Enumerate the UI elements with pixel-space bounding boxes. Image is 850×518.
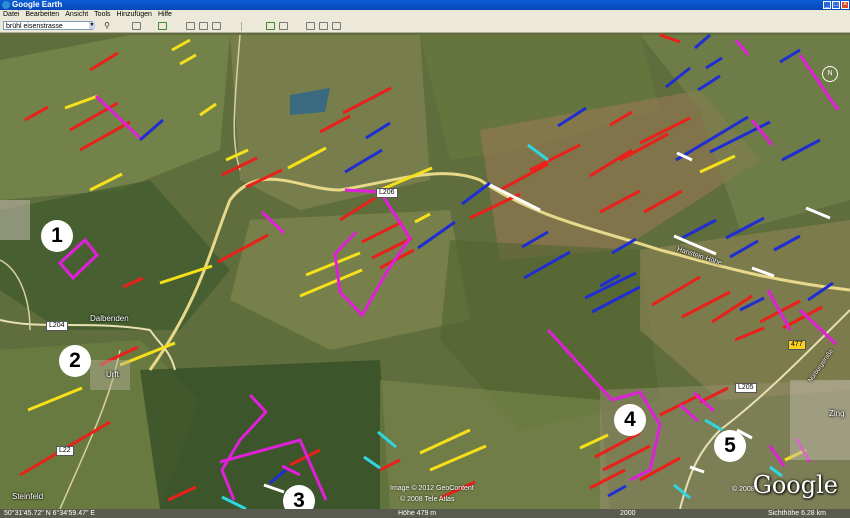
sky-icon[interactable] [279, 22, 288, 30]
email-icon[interactable] [306, 22, 315, 30]
placemark-icon[interactable] [158, 22, 167, 30]
menu-datei[interactable]: Datei [3, 10, 19, 20]
place-label-zing: Zing [829, 409, 845, 418]
compass-icon[interactable]: N [822, 66, 838, 82]
scale-readout: 2000 [620, 510, 636, 517]
place-label-urft: Urft [106, 370, 119, 379]
altitude-readout: Höhe 479 m [398, 510, 437, 517]
sidebar-toggle-icon[interactable] [132, 22, 141, 30]
close-icon[interactable]: × [841, 1, 849, 9]
maximize-icon[interactable]: □ [832, 1, 840, 9]
search-input[interactable]: brühl eisenstrasse [3, 21, 93, 30]
sunlight-icon[interactable] [266, 22, 275, 30]
marker-4[interactable]: 4 [614, 404, 646, 436]
window-controls: _ □ × [823, 1, 849, 9]
menu-hilfe[interactable]: Hilfe [158, 10, 172, 20]
menu-bearbeiten[interactable]: Bearbeiten [25, 10, 59, 20]
google-earth-icon [2, 1, 10, 9]
road-shield-l22: L22 [56, 446, 74, 456]
menu-tools[interactable]: Tools [94, 10, 110, 20]
image-overlay-icon[interactable] [212, 22, 221, 30]
window-title: Google Earth [12, 0, 63, 9]
place-label-steinfeld: Steinfeld [12, 492, 44, 501]
toolbar-separator [241, 22, 242, 31]
imagery-copyright: Image © 2012 GeoContent [390, 485, 474, 492]
google-copyright: © 2008 [732, 486, 755, 493]
place-label-dalbenden: Dalbenden [90, 314, 129, 323]
marker-5[interactable]: 5 [714, 430, 746, 462]
toolbar: brühl eisenstrasse ▼ ⚲ [0, 20, 850, 33]
road-shield-l204: L204 [46, 321, 68, 331]
menu-hinzufuegen[interactable]: Hinzufügen [117, 10, 152, 20]
google-logo: Google [752, 471, 838, 499]
minimize-icon[interactable]: _ [823, 1, 831, 9]
search-dropdown-icon[interactable]: ▼ [89, 22, 95, 29]
menu-bar: Datei Bearbeiten Ansicht Tools Hinzufüge… [0, 10, 850, 20]
eye-altitude-readout: Sichthöhe 6.28 km [768, 510, 826, 517]
view-in-maps-icon[interactable] [332, 22, 341, 30]
search-icon[interactable]: ⚲ [101, 21, 113, 31]
path-icon[interactable] [199, 22, 208, 30]
polygon-icon[interactable] [186, 22, 195, 30]
menu-ansicht[interactable]: Ansicht [65, 10, 88, 20]
marker-3[interactable]: 3 [283, 485, 315, 509]
road-shield-477: 477 [788, 340, 806, 350]
teleatlas-copyright: © 2008 Tele Atlas [400, 496, 455, 503]
road-shield-l205: L205 [735, 383, 757, 393]
print-icon[interactable] [319, 22, 328, 30]
marker-2[interactable]: 2 [59, 345, 91, 377]
status-bar: 50°31'45.72" N 6°34'59.47" E Höhe 479 m … [0, 509, 850, 518]
title-bar: Google Earth _ □ × [0, 0, 850, 10]
coordinates-readout: 50°31'45.72" N 6°34'59.47" E [4, 510, 96, 517]
road-shield-l206: L206 [376, 188, 398, 198]
marker-1[interactable]: 1 [41, 220, 73, 252]
map-view[interactable]: 1 2 3 4 5 Dalbenden Urft Steinfeld Zing … [0, 33, 850, 509]
